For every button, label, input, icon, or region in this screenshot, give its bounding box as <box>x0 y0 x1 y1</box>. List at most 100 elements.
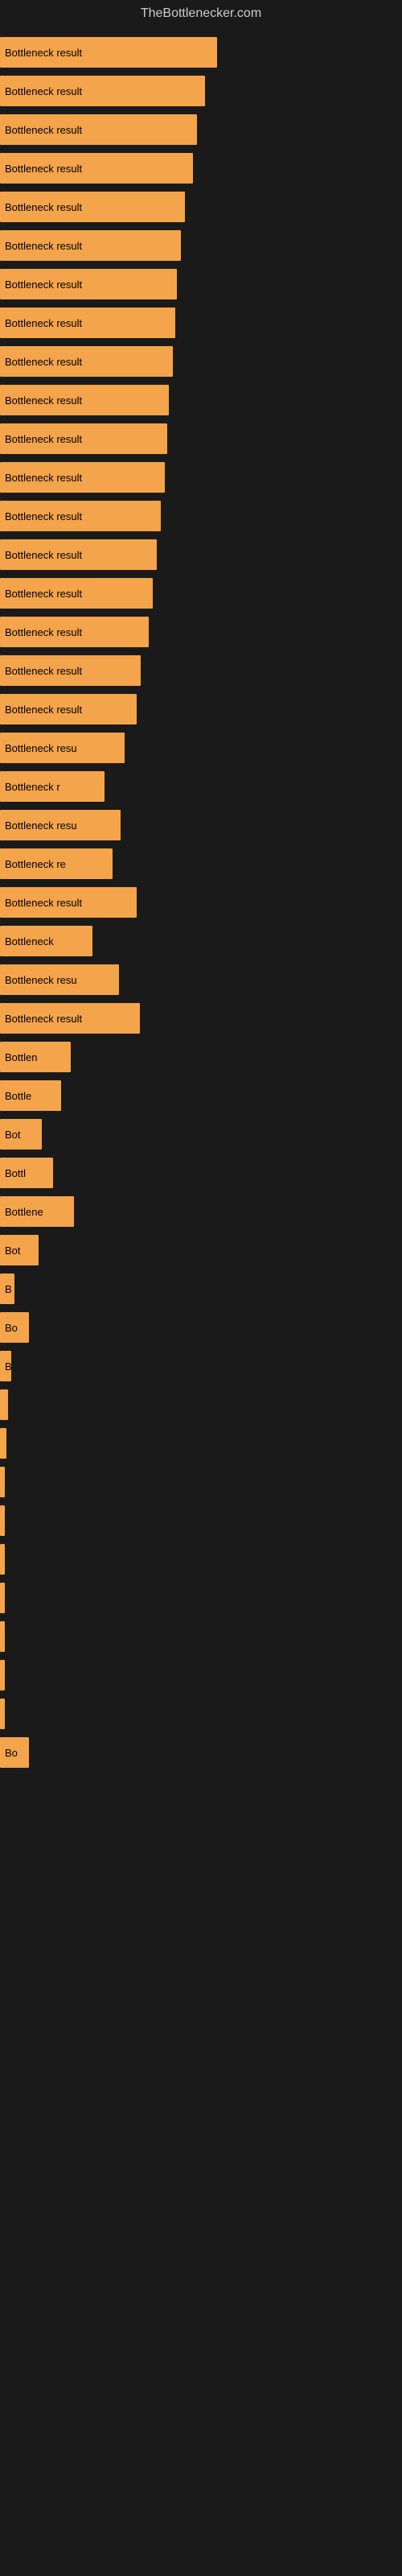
bar-label: Bottleneck result <box>5 279 82 291</box>
bar-row: Bo <box>0 1311 402 1344</box>
bar-row: Bottleneck result <box>0 190 402 224</box>
bottleneck-bar: Bottleneck <box>0 926 92 956</box>
bottleneck-bar <box>0 1467 5 1497</box>
bar-label: Bottleneck result <box>5 472 82 484</box>
bottleneck-bar <box>0 1544 5 1575</box>
bar-label: Bottle <box>5 1090 31 1102</box>
bar-row: Bottleneck result <box>0 113 402 147</box>
bottleneck-bar: Bottleneck result <box>0 269 177 299</box>
bottleneck-bar: Bottleneck result <box>0 462 165 493</box>
bottleneck-bar: Bo <box>0 1312 29 1343</box>
bar-row: Bottleneck resu <box>0 731 402 765</box>
bar-label: B <box>5 1283 12 1295</box>
bottleneck-bar: Bottleneck result <box>0 1003 140 1034</box>
bar-label: Bottlen <box>5 1051 37 1063</box>
bottleneck-bar: Bottleneck result <box>0 578 153 609</box>
bar-row: Bottleneck resu <box>0 963 402 997</box>
bar-row: Bottleneck re <box>0 847 402 881</box>
bar-row: Bottl <box>0 1156 402 1190</box>
bar-label: Bottleneck result <box>5 47 82 59</box>
bar-row: Bottleneck result <box>0 422 402 456</box>
bottleneck-bar: Bottlen <box>0 1042 71 1072</box>
bottleneck-bar: Bottleneck result <box>0 114 197 145</box>
bar-row: Bottleneck result <box>0 615 402 649</box>
bar-row: Bot <box>0 1117 402 1151</box>
bar-label: Bottleneck result <box>5 1013 82 1025</box>
bar-row: Bottleneck result <box>0 267 402 301</box>
bar-row: Bottleneck r <box>0 770 402 803</box>
bar-row: Bottleneck result <box>0 229 402 262</box>
bar-row: Bottlen <box>0 1040 402 1074</box>
bottleneck-bar: Bottleneck result <box>0 346 173 377</box>
bottleneck-bar <box>0 1505 5 1536</box>
bottleneck-bar: Bottleneck r <box>0 771 105 802</box>
bottleneck-bar: Bottleneck resu <box>0 964 119 995</box>
bar-label: Bottleneck result <box>5 588 82 600</box>
bar-label: Bottleneck result <box>5 394 82 407</box>
bar-row <box>0 1620 402 1653</box>
bar-row: Bottleneck result <box>0 538 402 572</box>
bar-row: Bottleneck result <box>0 35 402 69</box>
bar-label: Bottleneck result <box>5 510 82 522</box>
bar-row: Bottleneck result <box>0 692 402 726</box>
bar-row: Bottleneck result <box>0 654 402 687</box>
bar-label: Bottleneck result <box>5 704 82 716</box>
bar-label: Bottleneck re <box>5 858 66 870</box>
bottleneck-bar: Bottle <box>0 1080 61 1111</box>
bar-row: B <box>0 1349 402 1383</box>
bar-row <box>0 1504 402 1538</box>
bar-label: Bottleneck resu <box>5 742 77 754</box>
bottleneck-bar: Bo <box>0 1737 29 1768</box>
bar-row <box>0 1581 402 1615</box>
bottleneck-bar <box>0 1583 5 1613</box>
bar-row: Bo <box>0 1736 402 1769</box>
bar-label: Bottleneck resu <box>5 819 77 832</box>
bottleneck-bar: Bottleneck result <box>0 617 149 647</box>
bottleneck-bar: Bottlene <box>0 1196 74 1227</box>
bar-label: Bo <box>5 1322 18 1334</box>
bar-row <box>0 1542 402 1576</box>
bar-label: Bot <box>5 1129 21 1141</box>
bar-label: Bottleneck result <box>5 356 82 368</box>
bar-label: Bottleneck result <box>5 124 82 136</box>
bottleneck-bar <box>0 1660 5 1690</box>
bottleneck-bar: Bottleneck result <box>0 76 205 106</box>
bar-label: Bottl <box>5 1167 26 1179</box>
bottleneck-bar: B <box>0 1274 14 1304</box>
bottleneck-bar: Bottleneck resu <box>0 810 121 840</box>
bar-row <box>0 1697 402 1731</box>
bottleneck-bar: Bottleneck result <box>0 192 185 222</box>
bar-row: Bottlene <box>0 1195 402 1228</box>
bar-label: Bottleneck result <box>5 240 82 252</box>
bar-label: Bottleneck result <box>5 549 82 561</box>
bar-label: Bo <box>5 1747 18 1759</box>
bar-row: Bottleneck result <box>0 151 402 185</box>
bottleneck-bar: Bottleneck result <box>0 37 217 68</box>
bar-label: B <box>5 1360 11 1373</box>
bottleneck-bar: Bottleneck result <box>0 655 141 686</box>
bar-row: Bottleneck <box>0 924 402 958</box>
bar-label: Bottleneck result <box>5 201 82 213</box>
bar-row: Bot <box>0 1233 402 1267</box>
bar-row: B <box>0 1272 402 1306</box>
bottleneck-bar: Bottleneck result <box>0 501 161 531</box>
bar-row: Bottleneck result <box>0 383 402 417</box>
bar-row: Bottleneck result <box>0 499 402 533</box>
bar-row: Bottleneck resu <box>0 808 402 842</box>
bottleneck-bar: Bottleneck result <box>0 385 169 415</box>
bar-row: Bottleneck result <box>0 886 402 919</box>
bar-row: Bottle <box>0 1079 402 1113</box>
bottleneck-bar: Bottleneck result <box>0 153 193 184</box>
bar-label: Bottleneck result <box>5 665 82 677</box>
bar-label: Bottleneck result <box>5 897 82 909</box>
bar-label: Bottlene <box>5 1206 43 1218</box>
bar-row <box>0 1426 402 1460</box>
bottleneck-bar: Bottleneck re <box>0 848 113 879</box>
bottleneck-bar: B <box>0 1351 11 1381</box>
bar-label: Bottleneck r <box>5 781 60 793</box>
bars-container: Bottleneck result Bottleneck result Bottle… <box>0 27 402 1782</box>
bottleneck-bar: Bottleneck resu <box>0 733 125 763</box>
bottleneck-bar: Bottleneck result <box>0 423 167 454</box>
bar-label: Bottleneck result <box>5 433 82 445</box>
bar-row: Bottleneck result <box>0 576 402 610</box>
